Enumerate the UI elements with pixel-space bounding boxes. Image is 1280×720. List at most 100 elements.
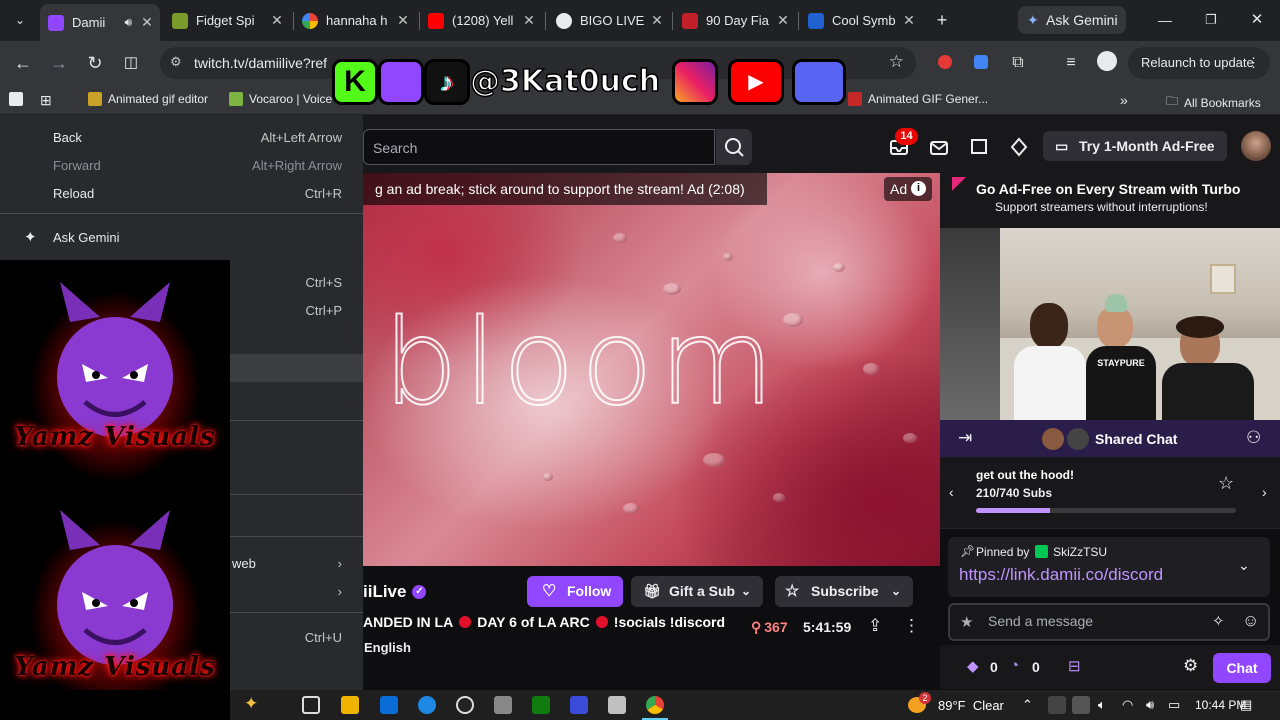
tab-close-icon[interactable]: ✕ — [394, 12, 412, 29]
wifi-icon[interactable]: ◠ — [1122, 697, 1133, 713]
side-panel-icon[interactable]: ◫ — [119, 51, 143, 75]
notification-center-icon[interactable]: ▤ — [1240, 697, 1252, 713]
context-menu-item[interactable] — [230, 504, 363, 532]
tab-close-icon[interactable]: ✕ — [774, 12, 792, 29]
collapse-arrow-icon[interactable]: ⇥ — [958, 428, 972, 448]
language-tag[interactable]: English — [363, 638, 411, 658]
chrome-icon[interactable] — [646, 696, 664, 714]
users-icon[interactable]: ⚇ — [1246, 428, 1261, 448]
back-arrow-icon[interactable]: ← — [11, 51, 35, 75]
chat-bubble-icon[interactable] — [968, 136, 990, 158]
bookmark-square-icon[interactable] — [9, 92, 29, 106]
kebab-menu-icon[interactable]: ⋮ — [1247, 47, 1260, 79]
app-icon[interactable] — [608, 696, 626, 714]
tray-volume-icon[interactable]: 🔈︎ — [1098, 697, 1106, 713]
speaker-icon[interactable]: 🔊︎ — [124, 15, 132, 30]
clock-time[interactable]: 10:44 PM — [1195, 698, 1246, 712]
context-menu-save-as[interactable]: Ctrl+S — [230, 268, 363, 296]
context-menu-forward[interactable]: Forward Alt+Right Arrow — [0, 151, 363, 179]
obs-icon[interactable] — [456, 696, 474, 714]
tab-cool-symbols[interactable]: Cool Symb ✕ — [800, 6, 922, 35]
tab-90-day-fiance[interactable]: 90 Day Fia ✕ — [674, 6, 796, 35]
extensions-puzzle-icon[interactable]: ⧉ — [1006, 51, 1030, 75]
subscribe-button[interactable]: ☆ Subscribe ⌄ — [775, 576, 913, 607]
store-icon[interactable] — [380, 696, 398, 714]
tab-fidget-spinner[interactable]: Fidget Spi ✕ — [164, 6, 290, 35]
rewards-icon[interactable]: ⊟ — [1068, 657, 1081, 675]
gift-a-sub-button[interactable]: 🎁︎ Gift a Sub ⌄ — [631, 576, 763, 607]
relaunch-to-update-button[interactable]: Relaunch to update ⋮ — [1128, 47, 1270, 79]
tray-chevron-up-icon[interactable]: ⌃ — [1022, 697, 1033, 713]
star-outline-icon[interactable]: ☆ — [1218, 473, 1234, 494]
bits-gem-icon[interactable]: ◆ — [967, 657, 979, 675]
reload-icon[interactable]: ↻ — [83, 51, 107, 75]
turbo-promo[interactable]: Go Ad-Free on Every Stream with Turbo Su… — [940, 173, 1280, 228]
tab-close-icon[interactable]: ✕ — [268, 12, 286, 29]
close-window-icon[interactable]: ✕ — [1245, 8, 1269, 32]
video-player[interactable]: bloom g an ad break; stick around to sup… — [363, 173, 940, 566]
edge-icon[interactable] — [418, 696, 436, 714]
share-icon[interactable]: ⇪ — [868, 616, 882, 636]
app-icon[interactable] — [494, 696, 512, 714]
chat-send-button[interactable]: Chat — [1213, 653, 1271, 683]
ad-label[interactable]: Ad i — [884, 177, 932, 201]
chevron-left-icon[interactable]: ‹ — [949, 484, 954, 500]
context-menu-highlighted-item[interactable] — [230, 354, 363, 382]
pinned-username[interactable]: SkiZzTSU — [1053, 545, 1107, 559]
context-menu-submenu[interactable]: › — [230, 577, 363, 605]
media-control-icon[interactable]: ≡ — [1059, 51, 1083, 75]
whispers-mail-icon[interactable] — [928, 136, 950, 158]
tray-app-icon[interactable] — [1048, 696, 1066, 714]
more-options-icon[interactable]: ⋮ — [903, 616, 920, 636]
tray-app-icon[interactable] — [1072, 696, 1090, 714]
context-menu-view-source[interactable]: Ctrl+U — [230, 623, 363, 651]
badge-star-icon[interactable]: ★ — [960, 613, 973, 631]
extension-blue-icon[interactable] — [969, 51, 993, 75]
channel-points-icon[interactable]: ◔ — [1010, 657, 1019, 674]
file-explorer-icon[interactable] — [341, 696, 359, 714]
tab-close-icon[interactable]: ✕ — [648, 12, 666, 29]
emote-smiley-icon[interactable]: ☺ — [1242, 611, 1259, 631]
try-ad-free-button[interactable]: ▭ Try 1-Month Ad-Free — [1043, 131, 1227, 161]
context-menu-reload[interactable]: Reload Ctrl+R — [0, 179, 363, 207]
user-avatar[interactable] — [1241, 131, 1271, 161]
site-info-icon[interactable]: ⚙︎ — [170, 54, 182, 70]
tab-close-icon[interactable]: ✕ — [900, 12, 918, 29]
bookmark-animated-gif-generator[interactable]: Animated GIF Gener... — [848, 92, 988, 106]
crown-gem-icon[interactable] — [1008, 136, 1030, 158]
bookmarks-overflow-chevron[interactable]: » — [1120, 92, 1128, 108]
tab-search-chevron-icon[interactable]: ⌄ — [8, 8, 32, 32]
search-input[interactable]: Search — [363, 129, 715, 165]
pinned-discord-link[interactable]: https://link.damii.co/discord — [959, 565, 1163, 585]
channel-name[interactable]: iiLive ✓ — [363, 582, 427, 602]
chat-settings-gear-icon[interactable]: ⚙︎ — [1183, 656, 1198, 676]
bookmark-animated-gif-editor[interactable]: Animated gif editor — [88, 92, 208, 106]
context-menu-back[interactable]: Back Alt+Left Arrow — [0, 123, 363, 151]
context-menu-web-submenu[interactable]: web › — [230, 549, 363, 577]
forward-arrow-icon[interactable]: → — [47, 51, 71, 75]
app-icon[interactable] — [570, 696, 588, 714]
minimize-window-icon[interactable]: — — [1153, 8, 1177, 32]
sparkle-emote-icon[interactable]: ✧ — [1212, 612, 1225, 630]
tab-bigo-live[interactable]: BIGO LIVE ✕ — [548, 6, 670, 35]
weather-text[interactable]: 89°F Clear — [938, 698, 1004, 713]
profile-avatar-icon[interactable] — [1095, 51, 1119, 75]
bookmark-vocaroo[interactable]: Vocaroo | Voice — [229, 92, 332, 106]
chevron-down-icon[interactable]: ⌄ — [1238, 557, 1250, 574]
volume-icon[interactable]: 🔊︎ — [1146, 697, 1154, 713]
context-menu-item[interactable] — [230, 388, 363, 416]
restore-window-icon[interactable]: ❐ — [1199, 8, 1223, 32]
task-view-icon[interactable] — [302, 696, 320, 714]
apps-grid-icon[interactable]: ⊞ — [40, 92, 52, 109]
new-tab-button[interactable]: + — [930, 8, 954, 32]
copilot-sparkle-icon[interactable]: ✦ — [244, 694, 258, 714]
battery-icon[interactable]: ▭ — [1168, 697, 1180, 713]
bookmark-star-icon[interactable]: ☆ — [889, 52, 904, 72]
tab-youtube[interactable]: (1208) Yell ✕ — [420, 6, 542, 35]
context-menu-item[interactable] — [230, 428, 363, 456]
extension-red-icon[interactable] — [933, 51, 957, 75]
tab-close-icon[interactable]: ✕ — [520, 12, 538, 29]
chat-message-input[interactable] — [988, 613, 1208, 629]
ask-gemini-button[interactable]: ✦ Ask Gemini — [1018, 6, 1126, 34]
tab-damii[interactable]: Damii 🔊︎ ✕ — [40, 4, 160, 41]
